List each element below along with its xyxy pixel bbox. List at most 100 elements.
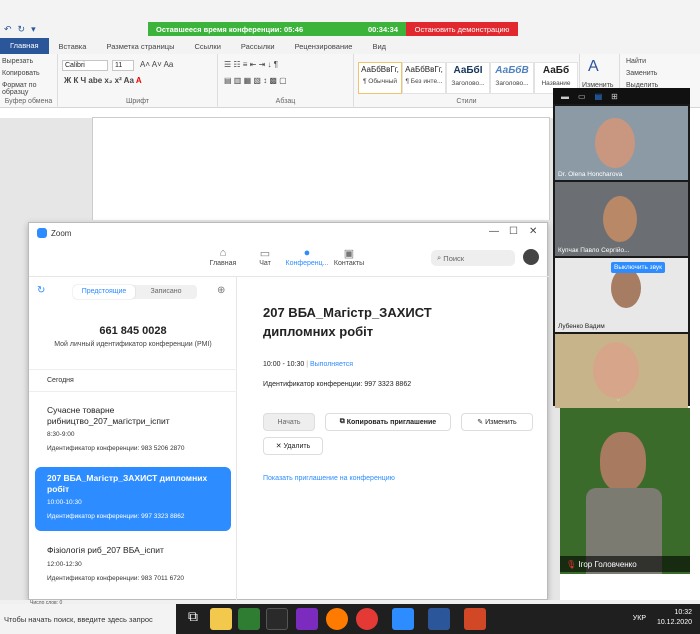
app-icon[interactable] (266, 608, 288, 630)
word-icon[interactable] (428, 608, 450, 630)
tab-insert[interactable]: Вставка (49, 42, 97, 51)
font-group: Calibri 11 A˄ A˅ Aa Ж К Ч abe x₂ x² Aa A… (58, 54, 218, 108)
meeting-card-selected[interactable]: 207 ВБА_Магістр_ЗАХИСТ дипломних робіт 1… (35, 467, 231, 531)
style-preview: АаБбI (453, 65, 483, 76)
powerpoint-icon[interactable] (464, 608, 486, 630)
list-view-icon[interactable]: ▤ (595, 92, 603, 101)
copy-button[interactable]: Копировать (2, 70, 40, 77)
tab-mailings[interactable]: Рассылки (231, 42, 285, 51)
tab-view[interactable]: Вид (362, 42, 396, 51)
file-explorer-icon[interactable] (210, 608, 232, 630)
styles-group: АаБбВвГг, ¶ Обычный АаБбВвГг, ¶ Без инте… (354, 54, 580, 108)
conference-timer-label: Оставшееся время конференции: 05:46 (156, 24, 304, 34)
meeting-time: 8:30-9:00 (47, 431, 75, 438)
list-icons[interactable]: ☰ ☷ ≡ ⇤ ⇥ ↓ ¶ (224, 60, 278, 69)
delete-button[interactable]: ✕ Удалить (263, 437, 323, 455)
gallery-view-icon[interactable]: ▭ (578, 92, 586, 101)
language-indicator[interactable]: УКР (633, 614, 646, 624)
calculator-icon[interactable] (238, 608, 260, 630)
redo-icon[interactable]: ↻ (18, 24, 26, 35)
copy-invite-label: Копировать приглашение (346, 418, 437, 426)
tab-references[interactable]: Ссылки (184, 42, 230, 51)
meeting-time: 12:00-12:30 (47, 561, 82, 568)
style-preview: АаБбВвГг, (361, 65, 399, 74)
system-clock[interactable]: УКР 10:32 10.12.2020 (633, 608, 692, 628)
nav-chat-label: Чат (259, 260, 271, 267)
search-input[interactable]: ⌕ Поиск (431, 250, 515, 266)
start-button[interactable]: Начать (263, 413, 315, 431)
add-meeting-icon[interactable]: ⊕ (217, 285, 225, 296)
refresh-icon[interactable]: ↻ (37, 285, 45, 296)
nav-contacts[interactable]: ▣ Контакты (327, 247, 371, 267)
style-heading-2[interactable]: АаБбВ Заголово... (490, 62, 534, 94)
grid-view-icon[interactable]: ⊞ (611, 92, 618, 101)
speaker-name-bar: 🎙 Ігор Головченко (560, 556, 690, 572)
pmi-number[interactable]: 661 845 0028 (29, 325, 237, 337)
chevron-down-icon[interactable]: ⌄ (615, 394, 622, 403)
video-gallery: ▬ ▭ ▤ ⊞ Dr. Olena Honcharova Купчак Павл… (553, 88, 690, 408)
active-speaker-video[interactable] (560, 408, 690, 574)
nav-home-label: Главная (209, 260, 237, 267)
copy-invite-button[interactable]: ⧉ Копировать приглашение (325, 413, 451, 431)
style-name: ¶ Обычный (362, 78, 398, 85)
edit-button[interactable]: ✎ Изменить (461, 413, 533, 431)
taskbar-search[interactable]: Чтобы начать поиск, введите здесь запрос (0, 604, 176, 634)
qat-dropdown-icon[interactable]: ▾ (31, 24, 36, 35)
find-button[interactable]: Найти (626, 58, 646, 65)
video-tile[interactable]: Dr. Olena Honcharova (555, 106, 688, 180)
meeting-id: Идентификатор конференции: 997 3323 8862 (47, 513, 185, 520)
zoom-taskbar-icon[interactable] (392, 608, 414, 630)
minimize-icon[interactable]: — (489, 226, 499, 237)
meeting-id: Идентификатор конференции: 983 5206 2870 (47, 445, 185, 452)
nav-meetings[interactable]: ● Конференц... (285, 247, 329, 267)
replace-button[interactable]: Заменить (626, 70, 657, 77)
meeting-title[interactable]: Сучасне товарне рибництво_207_магістри_і… (47, 405, 217, 427)
show-invite-link[interactable]: Показать приглашение на конференцию (263, 475, 395, 482)
unmute-tooltip[interactable]: Выключить звук (611, 262, 666, 273)
maximize-icon[interactable]: ☐ (509, 226, 518, 237)
tab-review[interactable]: Рецензирование (285, 42, 363, 51)
tab-recorded[interactable]: Записано (135, 285, 197, 299)
chat-icon: ▭ (259, 248, 271, 260)
style-name: Заголово... (451, 80, 485, 87)
close-icon[interactable]: ✕ (529, 226, 537, 237)
font-size-combo[interactable]: 11 (112, 60, 134, 71)
video-tile[interactable]: Купчак Павло Сергійо... (555, 182, 688, 256)
minimize-icon[interactable]: ▬ (561, 92, 569, 101)
avatar[interactable] (523, 249, 539, 265)
today-label: Сегодня (47, 377, 74, 384)
grow-font-icon[interactable]: A˄ A˅ Aa (140, 60, 173, 69)
tab-home[interactable]: Главная (0, 38, 49, 54)
style-no-spacing[interactable]: АаБбВвГг, ¶ Без инте... (402, 62, 446, 94)
format-painter-button[interactable]: Формат по образцу (2, 82, 57, 96)
pmi-caption: Мой личный идентификатор конференции (PM… (54, 341, 212, 348)
taskbar: Чтобы начать поиск, введите здесь запрос… (0, 604, 700, 634)
style-normal[interactable]: АаБбВвГг, ¶ Обычный (358, 62, 402, 94)
style-preview: АаБбВ (495, 65, 529, 76)
task-view-icon[interactable]: ⧉ (182, 608, 204, 630)
align-icons[interactable]: ▤ ▥ ▦ ▧ ↕ ▩ ▢ (224, 76, 287, 85)
zoom-titlebar: Zoom — ☐ ✕ (29, 223, 549, 243)
tab-layout[interactable]: Разметка страницы (96, 42, 184, 51)
font-format-icons[interactable]: Ж К Ч abe x₂ x² Aa A (64, 76, 142, 85)
clipboard-group-label: Буфер обмена (4, 98, 53, 105)
meeting-title[interactable]: Фізіологія риб_207 ВБА_іспит (47, 545, 217, 555)
cut-button[interactable]: Вырезать (2, 58, 33, 65)
conference-timer: Оставшееся время конференции: 05:46 00:3… (148, 22, 406, 36)
delete-label: Удалить (283, 442, 311, 450)
document-page[interactable] (92, 118, 550, 220)
style-heading-1[interactable]: АаБбI Заголово... (446, 62, 490, 94)
pencil-icon: ✎ (477, 419, 486, 426)
opera-icon[interactable] (356, 608, 378, 630)
home-icon: ⌂ (219, 247, 227, 259)
firefox-icon[interactable] (326, 608, 348, 630)
nav-chat[interactable]: ▭ Чат (243, 247, 287, 267)
nav-meetings-label: Конференц... (285, 260, 329, 267)
viber-icon[interactable] (296, 608, 318, 630)
undo-icon[interactable]: ↶ (4, 24, 12, 35)
nav-home[interactable]: ⌂ Главная (201, 247, 245, 267)
stop-demo-button[interactable]: Остановить демонстрацию (406, 22, 518, 36)
font-name-combo[interactable]: Calibri (62, 60, 108, 71)
clock-time: 10:32 (674, 609, 692, 616)
tab-upcoming[interactable]: Предстоящие (73, 285, 135, 299)
